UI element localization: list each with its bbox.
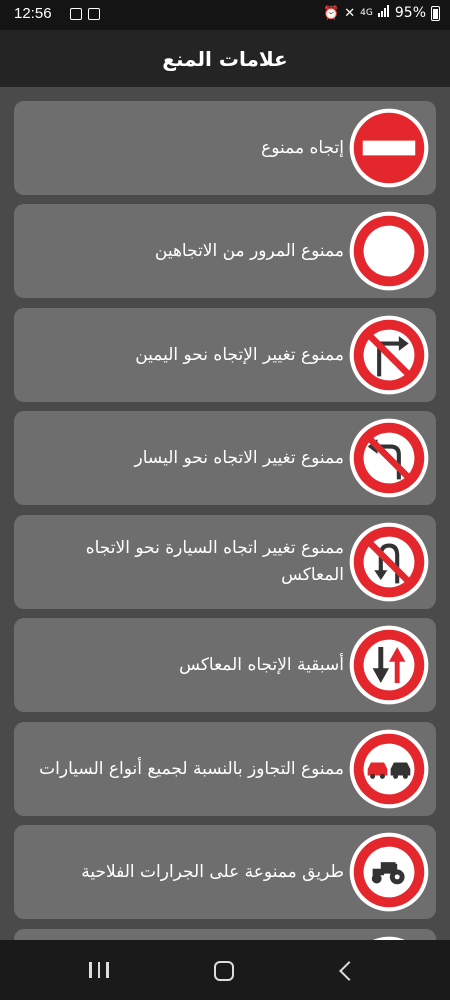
recent-apps-icon[interactable] [89, 962, 109, 978]
photo-icon [88, 8, 100, 20]
sign-label: إتجاه ممنوع [261, 137, 344, 158]
sign-label: ممنوع تغيير الإتجاه نحو اليمين [135, 344, 344, 365]
list-item[interactable]: ممنوع تغيير الاتجاه نحو اليسار [14, 411, 436, 505]
no-vehicles-sign-icon [349, 211, 429, 291]
sign-label: ممنوع التجاوز بالنسبة لجميع أنواع السيار… [39, 758, 344, 779]
network-label: 4G [360, 8, 373, 18]
status-right: ⏰ ✕ 4G 95% [323, 5, 440, 21]
list-item[interactable]: أسبقية الإتجاه المعاكس [14, 618, 436, 712]
list-item[interactable] [14, 929, 436, 940]
no-right-turn-sign-icon [349, 315, 429, 395]
app-bar: علامات المنع [0, 30, 450, 87]
signs-list[interactable]: إتجاه ممنوع ممنوع المرور من الاتجاهين مم… [0, 87, 450, 940]
no-overtaking-sign-icon [349, 729, 429, 809]
status-bar: 12:56 ⏰ ✕ 4G 95% [0, 0, 450, 30]
sign-label: ممنوع تغيير الاتجاه نحو اليسار [134, 447, 344, 468]
back-icon[interactable] [339, 961, 359, 981]
list-item[interactable]: ممنوع تغيير اتجاه السيارة نحو الاتجاه ال… [14, 515, 436, 609]
sign-label: أسبقية الإتجاه المعاكس [179, 654, 344, 675]
no-tractors-sign-icon [349, 832, 429, 912]
list-item[interactable]: ممنوع التجاوز بالنسبة لجميع أنواع السيار… [14, 722, 436, 816]
gallery-icon [70, 8, 82, 20]
status-time: 12:56 [14, 5, 52, 22]
battery-text: 95% [394, 5, 426, 21]
list-item[interactable]: طريق ممنوعة على الجرارات الفلاحية [14, 825, 436, 919]
list-item[interactable]: ممنوع المرور من الاتجاهين [14, 204, 436, 298]
battery-icon [431, 5, 440, 21]
no-u-turn-sign-icon [349, 522, 429, 602]
priority-oncoming-sign-icon [349, 625, 429, 705]
sign-label: طريق ممنوعة على الجرارات الفلاحية [81, 861, 344, 882]
status-left-icons [70, 8, 100, 20]
mute-icon: ✕ [344, 5, 356, 21]
home-icon[interactable] [214, 961, 234, 981]
signal-icon [377, 5, 390, 21]
no-entry-sign-icon [349, 108, 429, 188]
page-title: علامات المنع [162, 46, 288, 71]
sign-label: ممنوع تغيير اتجاه السيارة نحو الاتجاه ال… [85, 538, 344, 585]
navigation-bar [0, 940, 450, 1000]
no-left-turn-sign-icon [349, 418, 429, 498]
sign-label: ممنوع المرور من الاتجاهين [154, 240, 344, 261]
list-item[interactable]: ممنوع تغيير الإتجاه نحو اليمين [14, 308, 436, 402]
sign-label [28, 929, 344, 940]
alarm-icon: ⏰ [323, 5, 340, 21]
list-item[interactable]: إتجاه ممنوع [14, 101, 436, 195]
